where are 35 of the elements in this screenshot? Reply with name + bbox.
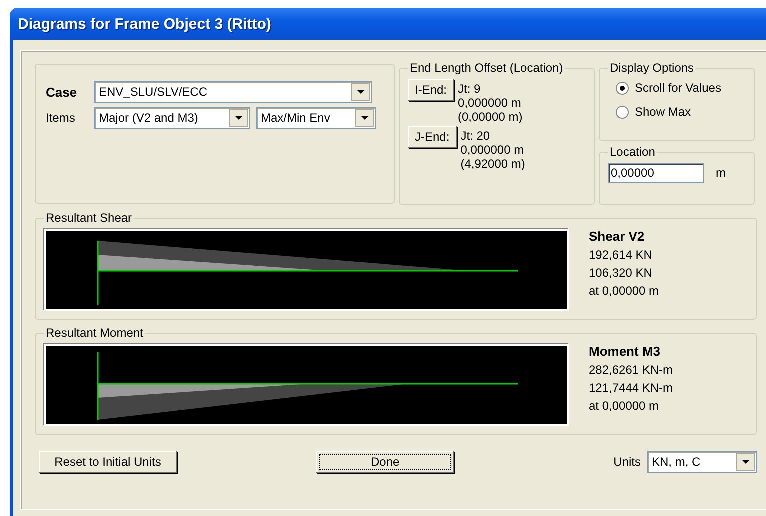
diagram-heading: Moment M3 — [589, 344, 662, 359]
group-title: End Length Offset (Location) — [409, 61, 564, 75]
location-value: (4,92000 m) — [460, 157, 526, 171]
group-title: Location — [609, 145, 656, 159]
diagram-value: 192,614 KN — [589, 248, 654, 262]
end-button[interactable]: I-End: — [408, 79, 454, 101]
window-title: Diagrams for Frame Object 3 (Ritto) — [18, 16, 272, 32]
units-dropdown[interactable]: KN, m, C — [647, 451, 757, 473]
case-label: Case — [46, 84, 78, 100]
diagram-value: at 0,00000 m — [589, 284, 660, 298]
diagram-value: 121,7444 KN-m — [589, 381, 674, 395]
joint-label: Jt: 20 — [460, 129, 492, 143]
end-button[interactable]: J-End: — [408, 126, 457, 148]
case-dropdown[interactable]: ENV_SLU/SLV/ECC — [94, 81, 372, 103]
offset-value: 0,000000 m — [460, 143, 526, 157]
diagram-value: 106,320 KN — [589, 266, 654, 280]
component-dropdown[interactable]: Major (V2 and M3) — [94, 107, 250, 129]
done-button[interactable]: Done — [316, 451, 454, 473]
radio-option[interactable]: Scroll for Values — [616, 81, 746, 95]
group-title: Resultant Moment — [45, 326, 144, 340]
reset-units-button[interactable]: Reset to Initial Units — [39, 451, 177, 473]
joint-label: Jt: 9 — [458, 82, 482, 96]
radio-option[interactable]: Show Max — [616, 105, 746, 119]
diagram-value: at 0,00000 m — [589, 399, 660, 413]
diagram-value: 282,6261 KN-m — [589, 363, 674, 377]
unit-label: m — [716, 166, 726, 180]
offset-value: 0,000000 m — [458, 96, 522, 110]
type-dropdown[interactable]: Max/Min Env — [256, 107, 376, 129]
group-title: Display Options — [609, 61, 696, 75]
diagram-heading: Shear V2 — [589, 229, 646, 244]
units-label: Units — [614, 455, 641, 469]
group-title: Resultant Shear — [45, 211, 134, 225]
location-value: (0,00000 m) — [458, 110, 523, 124]
items-label: Items — [46, 111, 76, 125]
location-field[interactable]: 0,00000 — [608, 163, 704, 183]
